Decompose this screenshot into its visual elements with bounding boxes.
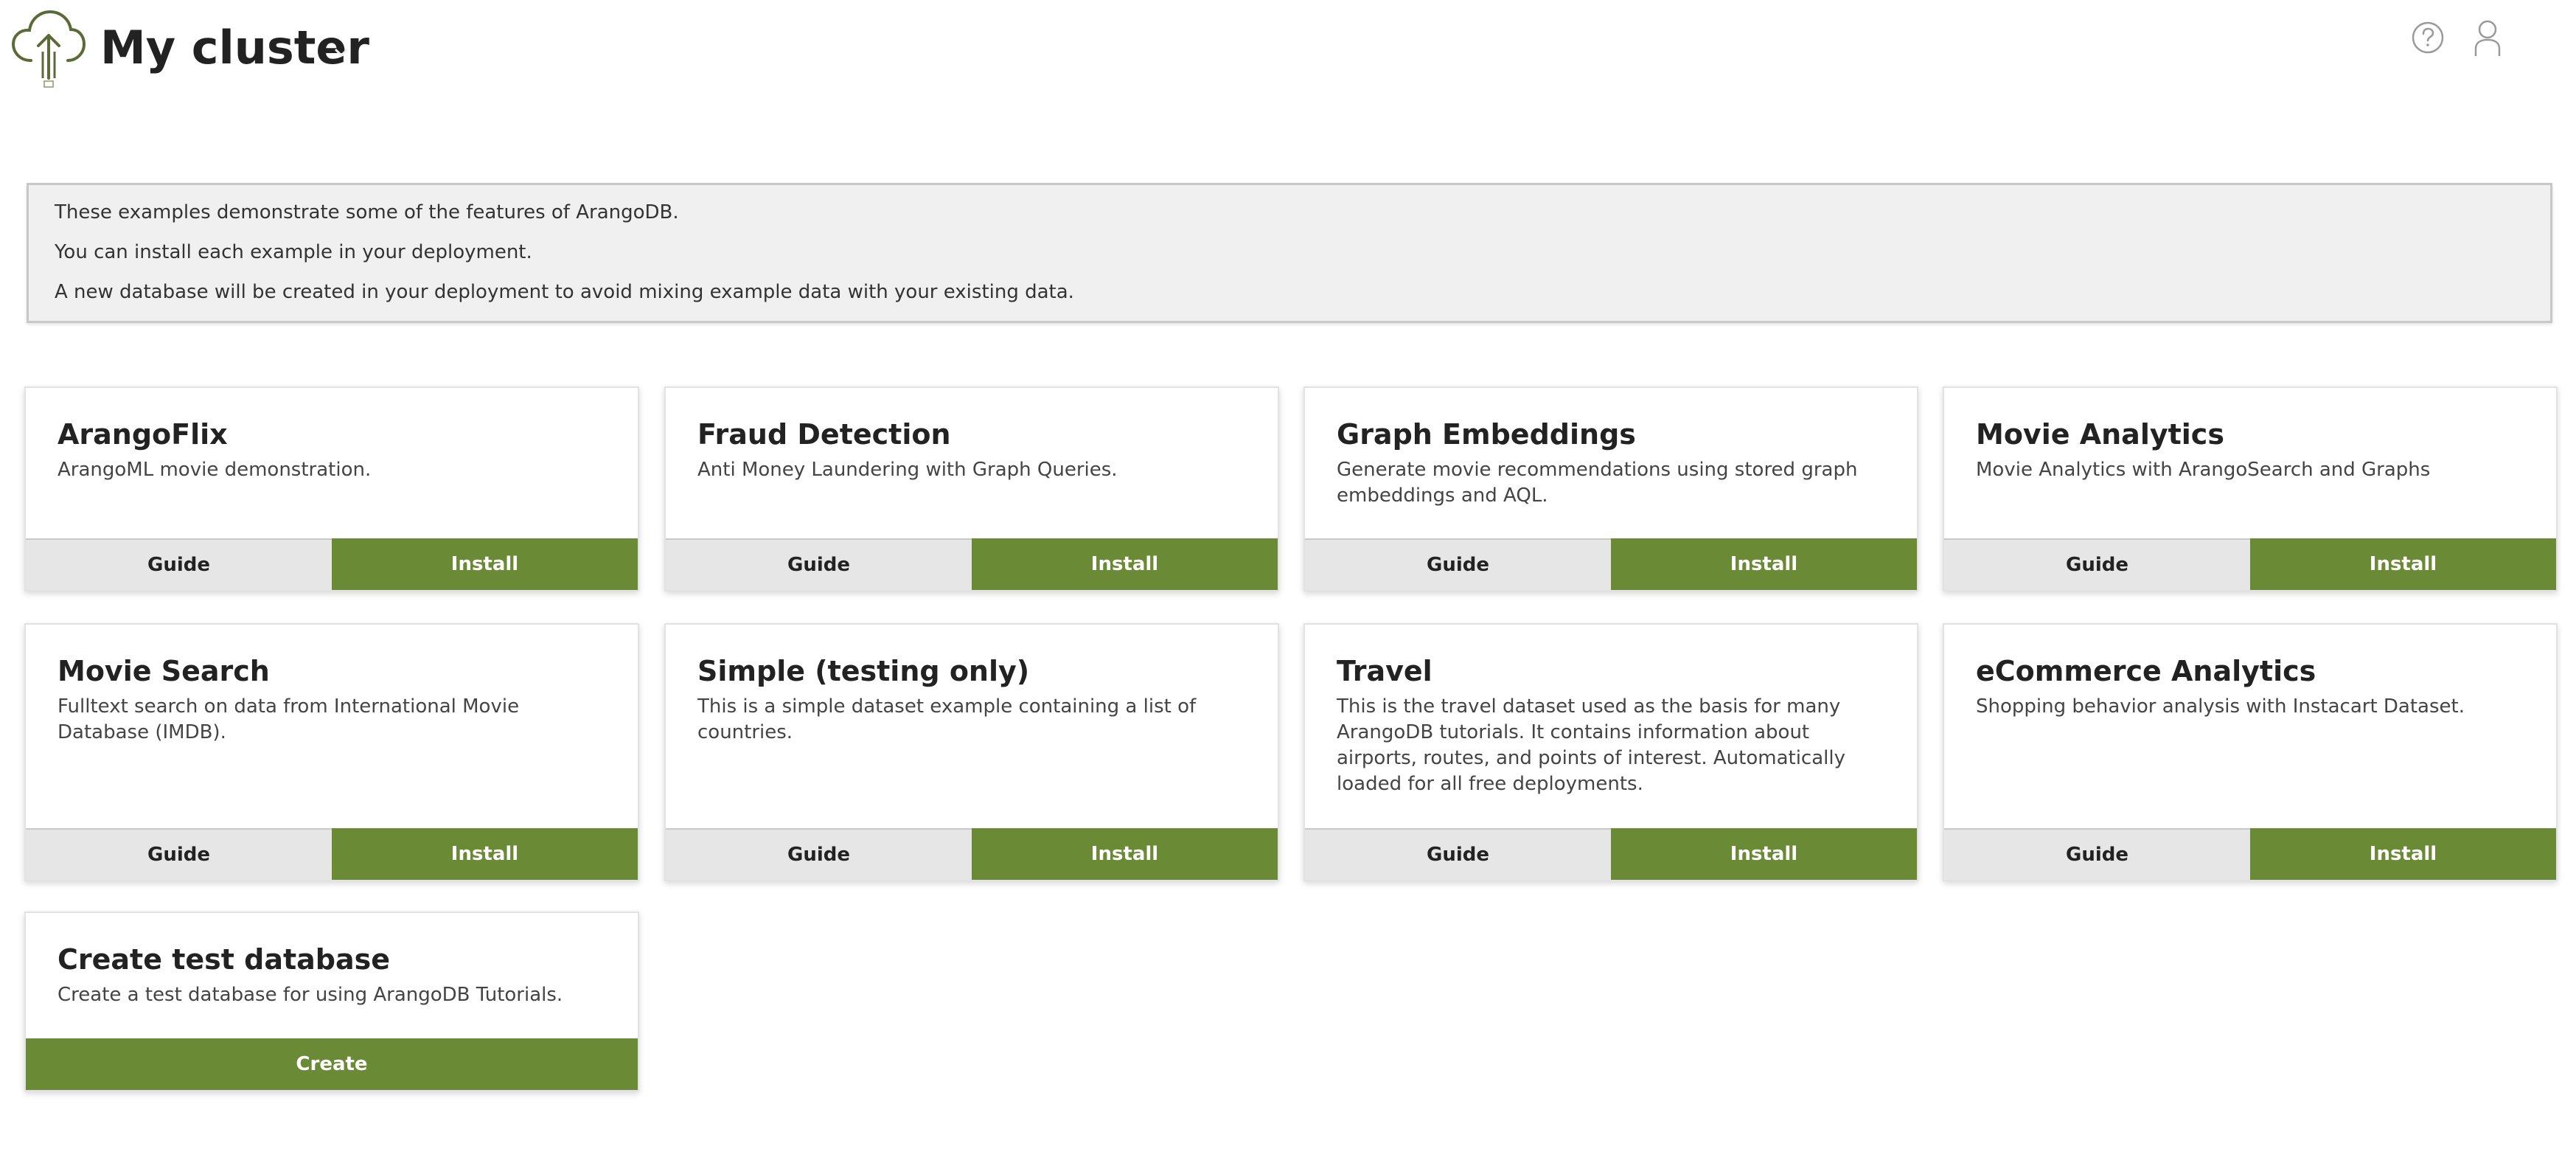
card-title: eCommerce Analytics	[1976, 655, 2316, 687]
guide-button[interactable]: Guide	[1305, 538, 1611, 590]
card-description: Shopping behavior analysis with Instacar…	[1976, 695, 2465, 718]
guide-button[interactable]: Guide	[26, 828, 332, 880]
help-circle-icon[interactable]	[2411, 21, 2445, 55]
examples-info-box: These examples demonstrate some of the f…	[27, 183, 2552, 323]
header: My cluster	[0, 0, 2576, 103]
example-card-ecommerce-analytics: eCommerce Analytics Shopping behavior an…	[1943, 623, 2558, 881]
guide-button[interactable]: Guide	[1305, 828, 1611, 880]
install-button[interactable]: Install	[2250, 828, 2556, 880]
card-title: Fraud Detection	[697, 418, 951, 451]
install-button[interactable]: Install	[332, 538, 638, 590]
card-actions: Guide Install	[666, 538, 1278, 590]
guide-button[interactable]: Guide	[1944, 828, 2250, 880]
example-card-fraud-detection: Fraud Detection Anti Money Laundering wi…	[664, 386, 1279, 591]
example-card-graph-embeddings: Graph Embeddings Generate movie recommen…	[1303, 386, 1918, 591]
example-card-travel: Travel This is the travel dataset used a…	[1303, 623, 1918, 881]
info-line: You can install each example in your dep…	[55, 241, 532, 263]
card-description: Movie Analytics with ArangoSearch and Gr…	[1976, 459, 2431, 481]
card-actions: Create	[26, 1038, 638, 1090]
install-button[interactable]: Install	[1611, 538, 1917, 590]
card-title: Movie Search	[58, 655, 270, 687]
card-title: Movie Analytics	[1976, 418, 2224, 451]
user-icon[interactable]	[2473, 19, 2502, 58]
card-actions: Guide Install	[1944, 538, 2556, 590]
info-line: These examples demonstrate some of the f…	[55, 201, 679, 223]
cloud-upload-logo[interactable]	[9, 7, 87, 90]
card-title: Graph Embeddings	[1337, 418, 1636, 451]
example-card-arangoflix: ArangoFlix ArangoML movie demonstration.…	[24, 386, 639, 591]
chevron-down-icon[interactable]	[333, 44, 349, 60]
guide-button[interactable]: Guide	[26, 538, 332, 590]
card-description: Generate movie recommendations using sto…	[1337, 459, 1858, 507]
card-description: Fulltext search on data from Internation…	[58, 695, 520, 743]
card-title: Travel	[1337, 655, 1433, 687]
create-button[interactable]: Create	[26, 1038, 638, 1090]
card-description: This is the travel dataset used as the b…	[1337, 695, 1845, 795]
install-button[interactable]: Install	[332, 828, 638, 880]
card-title: ArangoFlix	[58, 418, 228, 451]
card-title: Simple (testing only)	[697, 655, 1030, 687]
example-card-movie-search: Movie Search Fulltext search on data fro…	[24, 623, 639, 881]
card-title: Create test database	[58, 943, 391, 976]
install-button[interactable]: Install	[1611, 828, 1917, 880]
card-actions: Guide Install	[1305, 538, 1917, 590]
install-button[interactable]: Install	[972, 538, 1278, 590]
card-actions: Guide Install	[26, 828, 638, 880]
install-button[interactable]: Install	[2250, 538, 2556, 590]
card-actions: Guide Install	[666, 828, 1278, 880]
card-description: This is a simple dataset example contain…	[697, 695, 1197, 743]
guide-button[interactable]: Guide	[666, 538, 972, 590]
example-card-movie-analytics: Movie Analytics Movie Analytics with Ara…	[1943, 386, 2558, 591]
guide-button[interactable]: Guide	[1944, 538, 2250, 590]
install-button[interactable]: Install	[972, 828, 1278, 880]
card-actions: Guide Install	[1944, 828, 2556, 880]
card-description: Anti Money Laundering with Graph Queries…	[697, 459, 1118, 481]
example-card-simple: Simple (testing only) This is a simple d…	[664, 623, 1279, 881]
create-test-database-card: Create test database Create a test datab…	[24, 912, 639, 1091]
card-description: Create a test database for using ArangoD…	[58, 984, 563, 1006]
guide-button[interactable]: Guide	[666, 828, 972, 880]
card-description: ArangoML movie demonstration.	[58, 459, 372, 481]
card-actions: Guide Install	[1305, 828, 1917, 880]
info-line: A new database will be created in your d…	[55, 281, 1074, 303]
cluster-title[interactable]: My cluster	[100, 16, 369, 80]
card-actions: Guide Install	[26, 538, 638, 590]
